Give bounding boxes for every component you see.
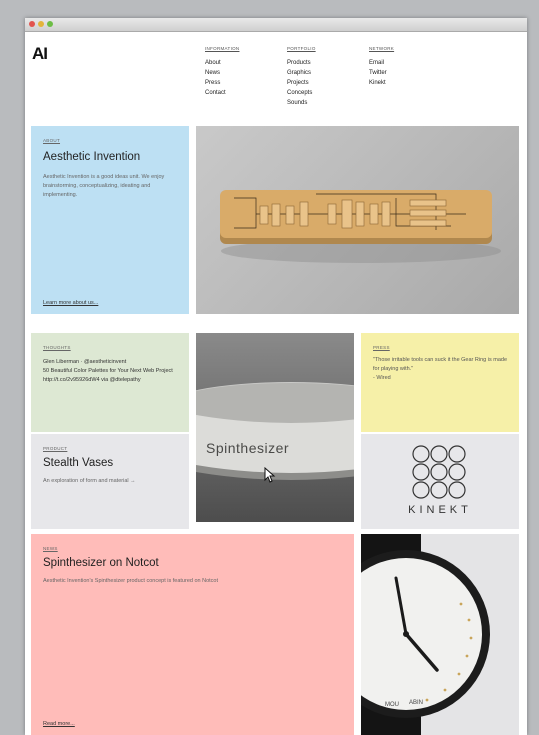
thoughts-tag[interactable]: THOUGHTS <box>43 345 177 350</box>
wooden-device-image <box>220 190 501 263</box>
tweet-text[interactable]: 50 Beautiful Color Palettes for Your Nex… <box>43 367 177 385</box>
kinekt-wordmark: KINEKT <box>408 504 472 516</box>
about-body: Aesthetic Invention is a good ideas unit… <box>43 174 165 198</box>
watch-image[interactable]: MOU ABIN <box>361 534 519 735</box>
press-tile: PRESS "Those irritable tools can suck it… <box>361 333 519 432</box>
about-title: Aesthetic Invention <box>43 151 141 163</box>
news-body: Aesthetic Invention's Spinthesizer produ… <box>43 578 219 584</box>
nav-item-contact[interactable]: Contact <box>205 88 239 98</box>
press-tag[interactable]: PRESS <box>373 345 507 350</box>
nav-item-graphics[interactable]: Graphics <box>287 68 316 78</box>
press-quote: "Those irritable tools can suck it the G… <box>373 357 508 372</box>
nav-information: INFORMATION About News Press Contact <box>205 44 239 98</box>
svg-text:MOU: MOU <box>385 702 399 708</box>
nav-item-concepts[interactable]: Concepts <box>287 88 316 98</box>
about-learn-more-link[interactable]: Learn more about us... <box>43 300 98 306</box>
nav-item-sounds[interactable]: Sounds <box>287 98 316 108</box>
nav-heading-portfolio[interactable]: PORTFOLIO <box>287 44 316 54</box>
nav-item-kinekt[interactable]: Kinekt <box>369 78 394 88</box>
press-source: - Wired <box>373 375 391 381</box>
close-window-button[interactable] <box>29 21 35 27</box>
tweet-author[interactable]: Glen Liberman · @aestheticinvent <box>43 358 177 367</box>
hero-product-image[interactable] <box>196 126 519 314</box>
nav-item-products[interactable]: Products <box>287 58 316 68</box>
news-tag[interactable]: NEWS <box>43 546 342 551</box>
window-titlebar <box>25 18 527 32</box>
nav-item-press[interactable]: Press <box>205 78 239 88</box>
nav-item-news[interactable]: News <box>205 68 239 78</box>
nav-heading-network[interactable]: NETWORK <box>369 44 394 54</box>
spinthesizer-label: Spinthesizer <box>206 440 290 456</box>
kinekt-tile[interactable]: KINEKT <box>361 434 519 529</box>
product-tile: PRODUCT Stealth Vases An exploration of … <box>31 434 189 529</box>
spinthesizer-device-image <box>196 382 354 480</box>
news-title[interactable]: Spinthesizer on Notcot <box>43 557 342 569</box>
wall-clock-image: MOU ABIN <box>361 534 490 735</box>
nav-item-twitter[interactable]: Twitter <box>369 68 394 78</box>
product-tag[interactable]: PRODUCT <box>43 446 177 451</box>
product-body[interactable]: An exploration of form and material → <box>43 477 177 486</box>
news-read-more-link[interactable]: Read more... <box>43 721 75 727</box>
about-tile: ABOUT Aesthetic Invention Aesthetic Inve… <box>31 126 189 314</box>
product-title[interactable]: Stealth Vases <box>43 457 177 469</box>
nav-heading-information[interactable]: INFORMATION <box>205 44 239 54</box>
browser-window: AI INFORMATION About News Press Contact … <box>25 18 527 735</box>
thoughts-tile: THOUGHTS Glen Liberman · @aestheticinven… <box>31 333 189 432</box>
mouse-cursor-icon <box>264 467 276 483</box>
zoom-window-button[interactable] <box>47 21 53 27</box>
nav-network: NETWORK Email Twitter Kinekt <box>369 44 394 88</box>
news-tile: NEWS Spinthesizer on Notcot Aesthetic In… <box>31 534 354 735</box>
spinthesizer-image[interactable]: Spinthesizer <box>196 333 354 522</box>
nav-item-email[interactable]: Email <box>369 58 394 68</box>
svg-text:ABIN: ABIN <box>409 700 423 706</box>
site-logo[interactable]: AI <box>32 44 48 64</box>
nav-portfolio: PORTFOLIO Products Graphics Projects Con… <box>287 44 316 108</box>
minimize-window-button[interactable] <box>38 21 44 27</box>
nav-item-about[interactable]: About <box>205 58 239 68</box>
about-tag[interactable]: ABOUT <box>43 138 177 143</box>
nav-item-projects[interactable]: Projects <box>287 78 316 88</box>
